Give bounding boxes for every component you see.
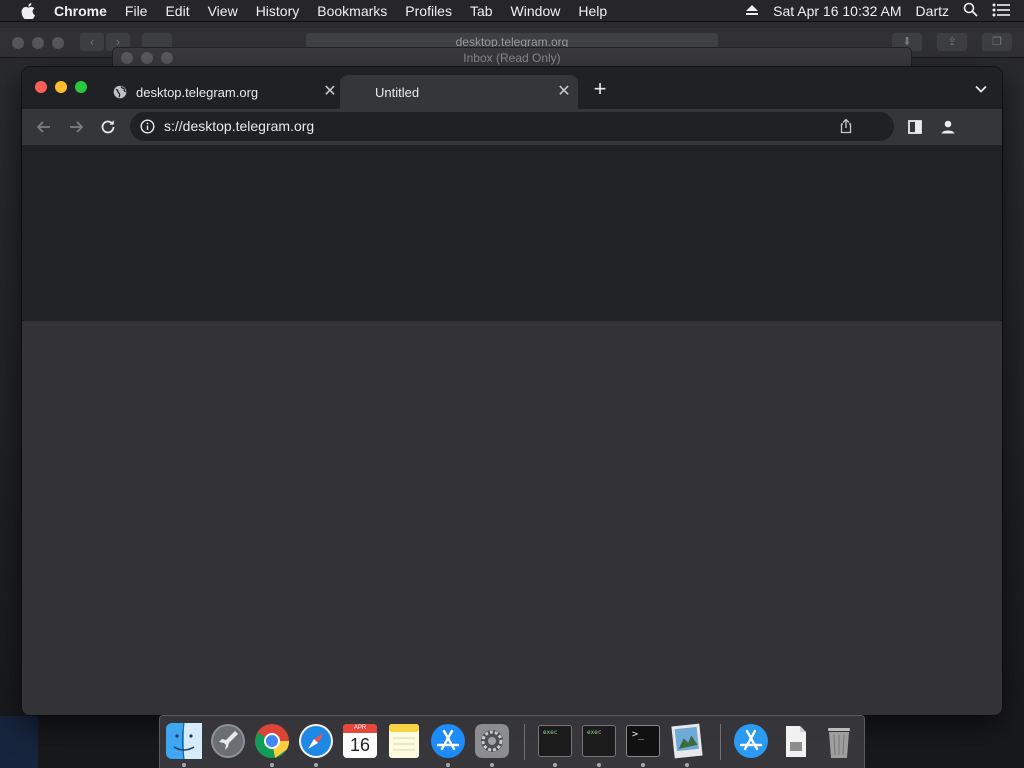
eject-icon[interactable] (745, 3, 759, 19)
menu-user[interactable]: Dartz (916, 3, 949, 19)
desktop-wallpaper-patch (0, 716, 38, 768)
globe-icon (113, 85, 127, 99)
menu-bar: Chrome File Edit View History Bookmarks … (0, 0, 1024, 22)
launchpad-icon[interactable] (209, 722, 247, 760)
running-indicator (597, 763, 601, 767)
menu-window[interactable]: Window (511, 3, 561, 19)
control-center-icon[interactable] (992, 3, 1010, 20)
close-icon[interactable] (12, 37, 24, 49)
close-tab-icon[interactable]: ✕ (322, 84, 338, 100)
applications-folder-icon[interactable] (732, 722, 770, 760)
close-window-icon[interactable] (35, 81, 47, 93)
calendar-month: APR (343, 724, 377, 733)
exec-label: exec (543, 729, 558, 736)
exec-terminal-icon[interactable]: exec (580, 722, 618, 760)
menu-history[interactable]: History (256, 3, 300, 19)
running-indicator (641, 763, 645, 767)
apple-icon[interactable] (18, 0, 38, 22)
notes-icon[interactable] (385, 722, 423, 760)
running-indicator (182, 763, 186, 767)
exec-terminal-icon[interactable]: exec (536, 722, 574, 760)
calendar-icon[interactable]: APR 16 (341, 722, 379, 760)
menu-profiles[interactable]: Profiles (405, 3, 452, 19)
running-indicator (314, 763, 318, 767)
browser-toolbar: s://desktop.telegram.org (22, 109, 1002, 145)
app-store-icon[interactable] (429, 722, 467, 760)
menu-clock[interactable]: Sat Apr 16 10:32 AM (773, 3, 901, 19)
menu-edit[interactable]: Edit (165, 3, 189, 19)
reload-icon[interactable] (98, 117, 118, 137)
dock: APR 16 exec exec >_ (159, 715, 865, 768)
finder-icon[interactable] (165, 722, 203, 760)
page-header-area (22, 145, 1002, 321)
share-icon[interactable]: ⇪ (937, 33, 967, 51)
site-info-icon[interactable] (140, 119, 155, 134)
menu-app-name[interactable]: Chrome (54, 3, 107, 19)
back-arrow-icon[interactable] (34, 117, 54, 137)
minimize-window-icon[interactable] (55, 81, 67, 93)
menu-bookmarks[interactable]: Bookmarks (317, 3, 387, 19)
downloads-stack-icon[interactable] (776, 722, 814, 760)
dock-separator (720, 724, 721, 760)
tab-untitled[interactable]: Untitled ✕ (340, 75, 578, 109)
running-indicator (446, 763, 450, 767)
menu-file[interactable]: File (125, 3, 148, 19)
back-icon[interactable]: ‹ (80, 33, 104, 51)
trash-icon[interactable] (820, 722, 858, 760)
menu-help[interactable]: Help (578, 3, 607, 19)
address-bar[interactable]: s://desktop.telegram.org (130, 112, 894, 141)
zoom-icon[interactable] (52, 37, 64, 49)
share-icon[interactable] (838, 118, 854, 134)
tabs-overview-icon[interactable]: ❐ (982, 33, 1012, 51)
mail-window-title: Inbox (Read Only) (463, 51, 561, 65)
chrome-icon[interactable] (253, 722, 291, 760)
tab-strip: desktop.telegram.org ✕ Untitled ✕ + (22, 67, 1002, 109)
exec-label: exec (587, 729, 602, 736)
tab-label: Untitled (375, 84, 420, 100)
safari-icon[interactable] (297, 722, 335, 760)
calendar-day: 16 (349, 735, 371, 755)
spotlight-search-icon[interactable] (963, 2, 978, 20)
address-bar-url[interactable]: s://desktop.telegram.org (164, 118, 314, 134)
window-controls (35, 81, 87, 93)
tab-label: desktop.telegram.org (136, 84, 259, 100)
side-panel-icon[interactable] (905, 117, 925, 137)
new-tab-icon[interactable]: + (590, 78, 610, 100)
running-indicator (270, 763, 274, 767)
tab-telegram[interactable]: desktop.telegram.org ✕ (106, 75, 338, 109)
menu-view[interactable]: View (208, 3, 238, 19)
terminal-prompt: >_ (632, 729, 645, 740)
running-indicator (685, 763, 689, 767)
tab-search-chevron-icon[interactable] (974, 82, 988, 96)
chrome-window: desktop.telegram.org ✕ Untitled ✕ + s://… (22, 67, 1002, 715)
background-window-controls (12, 37, 64, 49)
minimize-icon[interactable] (32, 37, 44, 49)
profile-icon[interactable] (938, 117, 958, 137)
menu-tab[interactable]: Tab (470, 3, 493, 19)
dock-separator (524, 724, 525, 760)
system-preferences-icon[interactable] (473, 722, 511, 760)
running-indicator (553, 763, 557, 767)
mail-window[interactable]: Inbox (Read Only) (112, 47, 912, 67)
forward-arrow-icon[interactable] (66, 117, 86, 137)
close-tab-icon[interactable]: ✕ (556, 84, 572, 100)
terminal-icon[interactable]: >_ (624, 722, 662, 760)
page-content[interactable] (22, 145, 1002, 715)
preview-icon[interactable] (668, 722, 706, 760)
zoom-window-icon[interactable] (75, 81, 87, 93)
running-indicator (490, 763, 494, 767)
